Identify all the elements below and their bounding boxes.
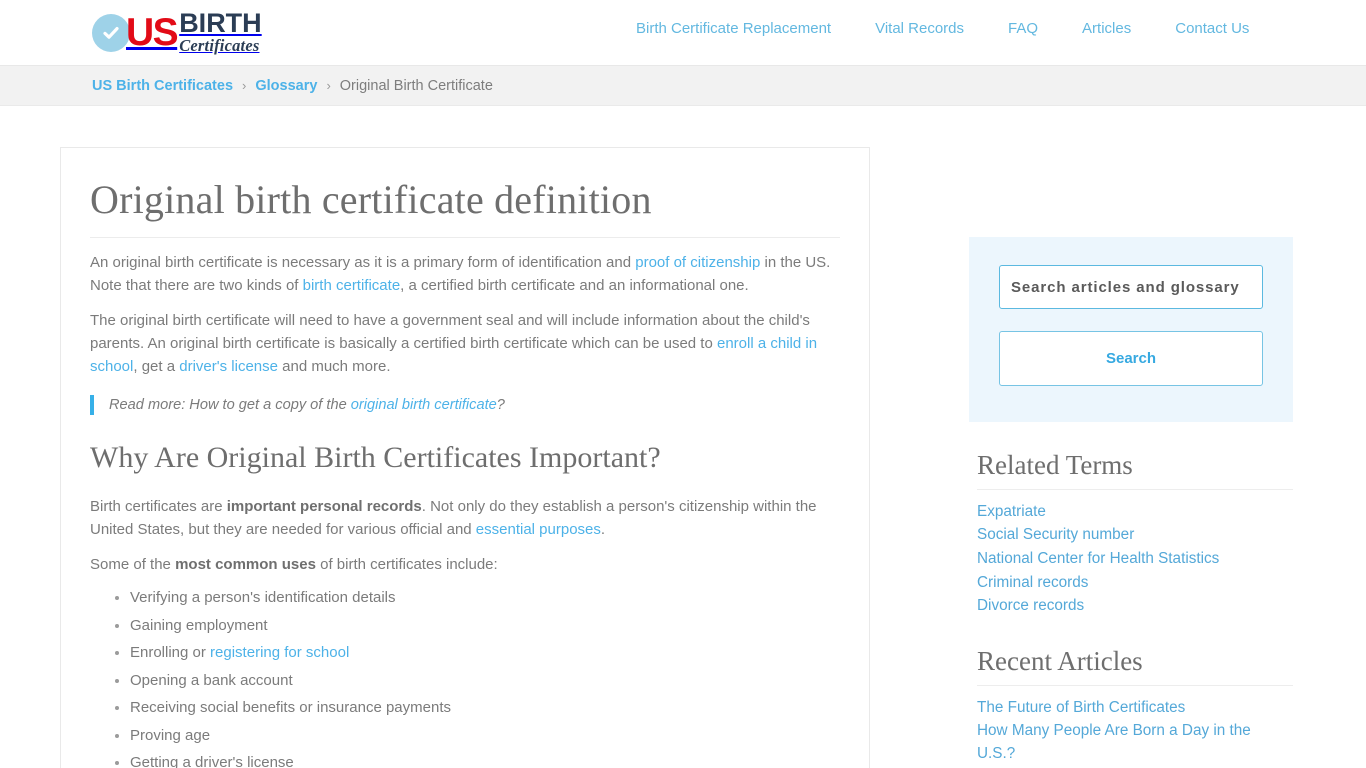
link-original-birth-certificate[interactable]: original birth certificate	[351, 397, 497, 413]
intro-paragraph: An original birth certificate is necessa…	[90, 252, 840, 298]
second-paragraph: The original birth certificate will need…	[90, 310, 840, 378]
list-item-label: Opening a bank account	[130, 671, 293, 689]
paragraph-common-uses-lead: Some of the most common uses of birth ce…	[90, 554, 840, 577]
article-content-card: Original birth certificate definition An…	[60, 147, 870, 768]
paragraph-importance: Birth certificates are important persona…	[90, 496, 840, 542]
logo-text-birth: BIRTH	[179, 8, 262, 39]
logo-text-us: US	[126, 11, 179, 54]
list-item: Enrolling or registering for school	[130, 644, 840, 662]
breadcrumb: US Birth Certificates › Glossary › Origi…	[0, 66, 1366, 106]
sidebar: Search Related Terms Expatriate Social S…	[969, 106, 1293, 768]
nav-item-birth-certificate-replacement[interactable]: Birth Certificate Replacement	[614, 20, 853, 37]
list-item: Getting a driver's license	[130, 754, 840, 768]
list-item-label: Gaining employment	[130, 616, 268, 634]
list-item: Verifying a person's identification deta…	[130, 589, 840, 607]
paragraph-text: of birth certificates include:	[315, 556, 498, 574]
breadcrumb-separator-icon: ›	[326, 78, 331, 93]
read-more-callout: Read more: How to get a copy of the orig…	[90, 394, 840, 416]
paragraph-text: and much more.	[277, 357, 391, 375]
main-navigation: Birth Certificate Replacement Vital Reco…	[614, 20, 1271, 37]
recent-articles-heading: Recent Articles	[977, 645, 1143, 676]
list-item: Criminal records	[977, 572, 1293, 595]
paragraph-text: An original birth certificate is necessa…	[90, 253, 636, 271]
related-term-divorce-records[interactable]: Divorce records	[977, 597, 1084, 614]
nav-item-contact-us[interactable]: Contact Us	[1153, 20, 1271, 37]
related-term-criminal-records[interactable]: Criminal records	[977, 574, 1088, 591]
title-divider	[90, 236, 840, 238]
link-essential-purposes[interactable]: essential purposes	[476, 521, 601, 538]
related-term-social-security-number[interactable]: Social Security number	[977, 526, 1134, 543]
search-input[interactable]	[999, 265, 1263, 309]
nav-item-articles[interactable]: Articles	[1060, 20, 1153, 37]
list-item: Expatriate	[977, 501, 1293, 524]
breadcrumb-separator-icon: ›	[242, 78, 247, 93]
paragraph-text: The original birth certificate will need…	[90, 312, 810, 353]
list-item: Opening a bank account	[130, 671, 840, 690]
list-item-label: Proving age	[130, 726, 211, 744]
common-uses-list: Verifying a person's identification deta…	[90, 589, 840, 768]
list-item: How Many People Are Born a Day in the U.…	[977, 720, 1293, 765]
list-item: Divorce records	[977, 595, 1293, 618]
page-title: Original birth certificate definition	[90, 177, 652, 222]
list-item-label: Receiving social benefits or insurance p…	[130, 699, 451, 717]
breadcrumb-item-glossary[interactable]: Glossary	[255, 78, 317, 94]
list-item: National Center for Health Statistics	[977, 548, 1293, 571]
list-item-label: Enrolling or	[130, 644, 211, 662]
link-birth-certificate[interactable]: birth certificate	[303, 277, 401, 294]
link-proof-of-citizenship[interactable]: proof of citizenship	[635, 254, 760, 271]
related-term-national-center-for-health-statistics[interactable]: National Center for Health Statistics	[977, 550, 1219, 567]
logo-text-certificates: Certificates	[179, 36, 260, 56]
recent-articles-divider	[977, 684, 1293, 686]
recent-articles-list: The Future of Birth Certificates How Man…	[977, 697, 1293, 768]
search-button[interactable]: Search	[999, 331, 1263, 386]
related-terms-list: Expatriate Social Security number Nation…	[977, 501, 1293, 618]
site-header: US BIRTH Certificates Birth Certificate …	[0, 0, 1366, 66]
link-drivers-license[interactable]: driver's license	[179, 358, 278, 375]
read-more-text: ?	[496, 396, 505, 413]
bold-most-common-uses: most common uses	[175, 556, 316, 574]
paragraph-text: Birth certificates are	[90, 497, 227, 515]
link-registering-for-school[interactable]: registering for school	[210, 644, 349, 661]
section-heading-why-important: Why Are Original Birth Certificates Impo…	[90, 441, 661, 475]
recent-article-how-many-people-are-born-a-day[interactable]: How Many People Are Born a Day in the U.…	[977, 722, 1251, 762]
list-item-label: Verifying a person's identification deta…	[130, 589, 396, 607]
nav-item-vital-records[interactable]: Vital Records	[853, 20, 986, 37]
breadcrumb-current-page: Original Birth Certificate	[339, 77, 493, 94]
list-item: Gaining employment	[130, 616, 840, 635]
paragraph-text: Some of the	[90, 556, 176, 574]
search-panel: Search	[969, 237, 1293, 422]
paragraph-text: , a certified birth certificate and an i…	[400, 276, 749, 294]
read-more-text: Read more: How to get a copy of the	[109, 396, 351, 413]
related-term-expatriate[interactable]: Expatriate	[977, 503, 1046, 520]
breadcrumb-item-home[interactable]: US Birth Certificates	[92, 78, 233, 94]
list-item: The Future of Birth Certificates	[977, 697, 1293, 720]
list-item: Social Security number	[977, 524, 1293, 547]
list-item: Proving age	[130, 726, 840, 745]
nav-item-faq[interactable]: FAQ	[986, 20, 1060, 37]
check-circle-icon	[92, 13, 130, 52]
list-item-label: Getting a driver's license	[130, 754, 294, 768]
list-item: Receiving social benefits or insurance p…	[130, 699, 840, 717]
page-body: Original birth certificate definition An…	[0, 106, 1366, 768]
related-terms-divider	[977, 488, 1293, 490]
related-terms-heading: Related Terms	[977, 450, 1133, 480]
paragraph-text: .	[600, 520, 606, 538]
site-logo[interactable]: US BIRTH Certificates	[92, 9, 262, 57]
bold-important-personal-records: important personal records	[226, 497, 422, 515]
paragraph-text: , get a	[133, 357, 180, 375]
recent-article-the-future-of-birth-certificates[interactable]: The Future of Birth Certificates	[977, 699, 1185, 716]
